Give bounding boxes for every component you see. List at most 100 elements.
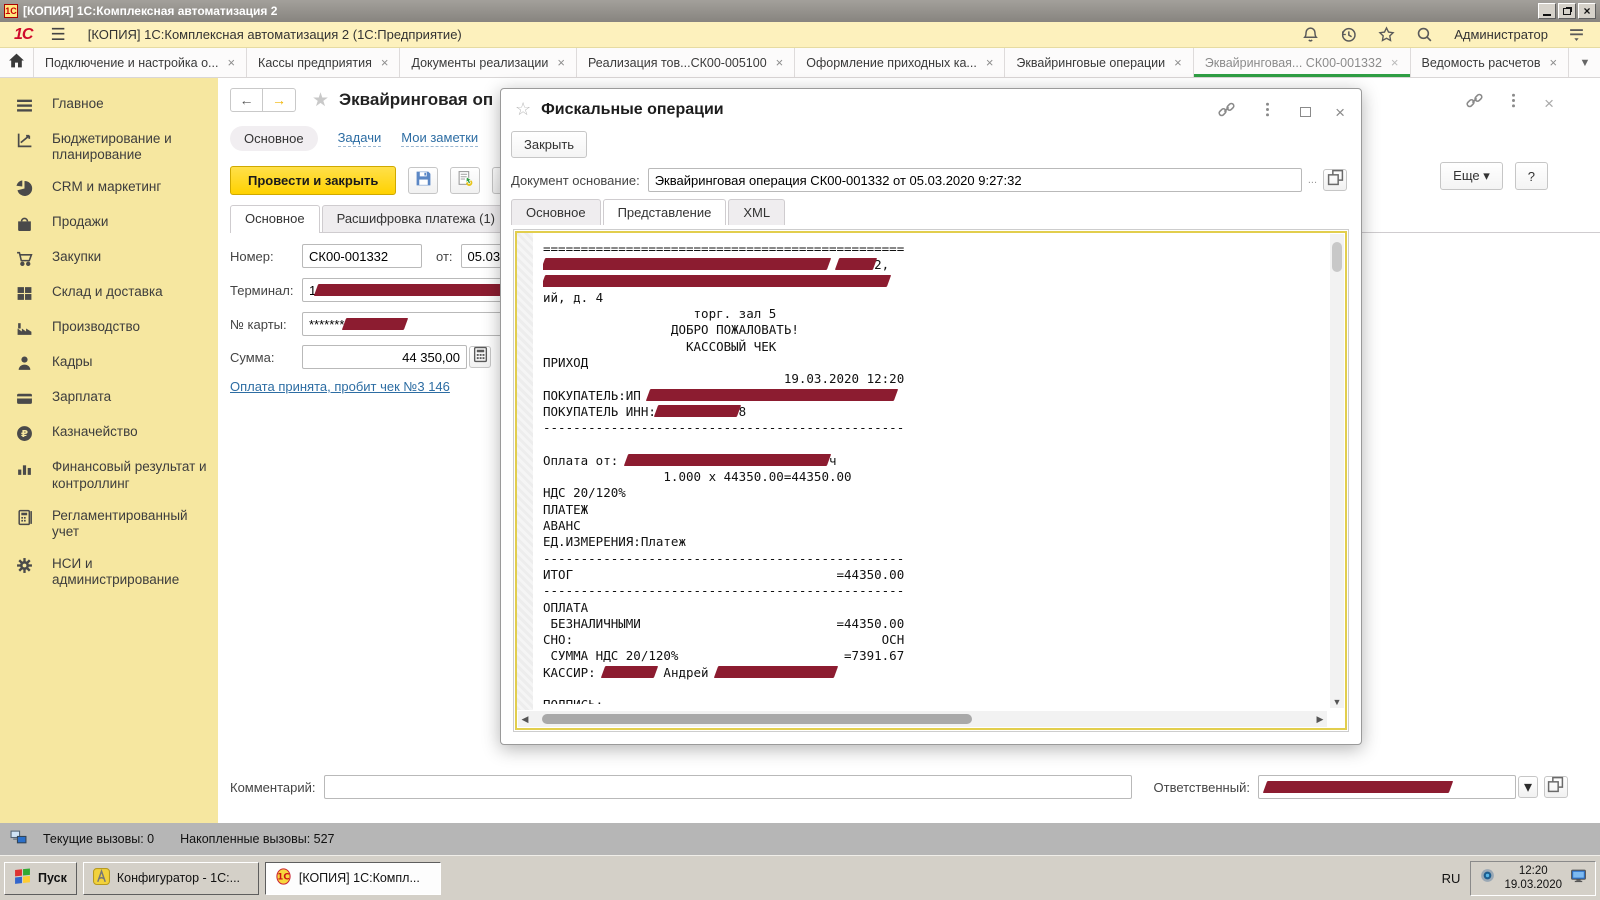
redaction-bar xyxy=(714,666,839,678)
sidebar-item[interactable]: Бюджетирование и планирование xyxy=(0,123,218,171)
start-button[interactable]: Пуск xyxy=(4,862,77,895)
modal-close-button[interactable]: Закрыть xyxy=(511,131,587,158)
doc-navtab-notes[interactable]: Мои заметки xyxy=(401,130,478,147)
sidebar-item[interactable]: Закупки xyxy=(0,241,218,276)
scroll-down-icon[interactable]: ▼ xyxy=(1330,697,1344,707)
base-doc-more-button[interactable]: ... xyxy=(1308,174,1317,186)
sum-field[interactable]: 44 350,00 xyxy=(302,345,467,369)
modal-tab-presentation[interactable]: Представление xyxy=(603,199,727,225)
display-tray-icon[interactable] xyxy=(1570,867,1587,889)
sidebar-item[interactable]: Склад и доставка xyxy=(0,276,218,311)
tab-close-icon[interactable]: × xyxy=(986,55,994,70)
post-and-close-button[interactable]: Провести и закрыть xyxy=(230,166,396,195)
sidebar-item-label: Производство xyxy=(52,319,140,335)
current-user[interactable]: Администратор xyxy=(1454,27,1548,42)
sidebar-item-label: Бюджетирование и планирование xyxy=(52,131,210,163)
form-tab-main[interactable]: Основное xyxy=(230,205,320,232)
payment-status-link[interactable]: Оплата принята, пробит чек №3 146 xyxy=(230,379,450,394)
app-tab[interactable]: Документы реализации× xyxy=(400,48,576,77)
sidebar-item[interactable]: Кадры xyxy=(0,346,218,381)
responsible-field[interactable] xyxy=(1258,775,1516,799)
history-icon[interactable] xyxy=(1340,26,1358,44)
scroll-left-icon[interactable]: ◀ xyxy=(518,714,532,725)
more-button[interactable]: Еще ▾ xyxy=(1440,162,1503,190)
sidebar-item[interactable]: Производство xyxy=(0,311,218,346)
search-icon[interactable] xyxy=(1416,26,1434,44)
sidebar-item[interactable]: НСИ и администрирование xyxy=(0,548,218,596)
close-modal-icon[interactable]: × xyxy=(1335,104,1345,121)
open-icon xyxy=(1327,169,1344,191)
base-doc-open-button[interactable] xyxy=(1323,169,1347,191)
service-menu-icon[interactable] xyxy=(1568,26,1586,44)
tab-close-icon[interactable]: × xyxy=(1174,55,1182,70)
app-tab[interactable]: Эквайринговая... СК00-001332× xyxy=(1194,48,1411,77)
app-tab[interactable]: Эквайринговые операции× xyxy=(1005,48,1193,77)
modal-tab-xml[interactable]: XML xyxy=(728,199,785,225)
back-button[interactable]: ← xyxy=(230,88,263,112)
favorite-star-icon[interactable]: ★ xyxy=(312,89,329,112)
app-tab[interactable]: Ведомость расчетов× xyxy=(1411,48,1570,77)
form-tab-payment-details[interactable]: Расшифровка платежа (1) xyxy=(322,205,510,232)
receipt-line: ОПЛАТА xyxy=(543,600,1323,616)
doc-navtab-tasks[interactable]: Задачи xyxy=(338,130,382,147)
app-tab[interactable]: Оформление приходных ка...× xyxy=(795,48,1005,77)
save-button[interactable] xyxy=(408,167,438,194)
task-enterprise[interactable]: 1С [КОПИЯ] 1С:Компл... xyxy=(265,862,441,895)
language-indicator[interactable]: RU xyxy=(1442,871,1461,886)
tab-close-icon[interactable]: × xyxy=(381,55,389,70)
app-tab[interactable]: Подключение и настройка о...× xyxy=(34,48,247,77)
maximize-icon[interactable] xyxy=(1300,107,1311,117)
close-document-icon[interactable]: × xyxy=(1544,95,1554,112)
tab-close-icon[interactable]: × xyxy=(776,55,784,70)
scrollbar-thumb[interactable] xyxy=(542,714,972,724)
calculator-button[interactable] xyxy=(469,346,491,368)
task-configurator[interactable]: Конфигуратор - 1С:... xyxy=(83,862,259,895)
favorite-star-icon[interactable]: ☆ xyxy=(515,99,531,120)
more-menu-icon[interactable] xyxy=(1505,92,1522,114)
comment-field[interactable] xyxy=(324,775,1132,799)
sidebar-item[interactable]: Финансовый результат и контроллинг xyxy=(0,451,218,499)
tab-overflow-icon[interactable]: ▼ xyxy=(1570,48,1600,77)
get-link-icon[interactable] xyxy=(1218,101,1235,123)
post-button[interactable] xyxy=(450,167,480,194)
doc-navtab-main[interactable]: Основное xyxy=(230,126,318,151)
tray-app-icon[interactable] xyxy=(1479,867,1496,889)
home-tab[interactable] xyxy=(0,48,34,77)
tab-close-icon[interactable]: × xyxy=(1550,55,1558,70)
sidebar-item[interactable]: Главное xyxy=(0,88,218,123)
notifications-icon[interactable] xyxy=(1302,26,1320,44)
status-bar: Текущие вызовы: 0 Накопленные вызовы: 52… xyxy=(0,823,1600,855)
responsible-dropdown-button[interactable]: ▾ xyxy=(1518,776,1538,798)
receipt-text[interactable]: ========================================… xyxy=(543,241,1323,704)
get-link-icon[interactable] xyxy=(1466,92,1483,114)
app-tab[interactable]: Реализация тов...СК00-005100× xyxy=(577,48,795,77)
main-menu-icon[interactable]: ☰ xyxy=(50,25,65,45)
tab-close-icon[interactable]: × xyxy=(557,55,565,70)
modal-tab-main[interactable]: Основное xyxy=(511,199,601,225)
tab-close-icon[interactable]: × xyxy=(1391,55,1399,70)
forward-button[interactable]: → xyxy=(263,88,296,112)
minimize-button[interactable] xyxy=(1538,3,1556,19)
horizontal-scrollbar[interactable]: ◀ ▶ xyxy=(518,711,1327,727)
sidebar-item[interactable]: Зарплата xyxy=(0,381,218,416)
clock[interactable]: 12:2019.03.2020 xyxy=(1504,864,1562,893)
close-button[interactable]: × xyxy=(1578,3,1596,19)
sidebar-item[interactable]: CRM и маркетинг xyxy=(0,171,218,206)
sidebar-item[interactable]: Продажи xyxy=(0,206,218,241)
card-field[interactable]: ******* xyxy=(302,312,502,336)
favorites-icon[interactable] xyxy=(1378,26,1396,44)
base-doc-field[interactable]: Эквайринговая операция СК00-001332 от 05… xyxy=(648,168,1302,192)
scrollbar-thumb[interactable] xyxy=(1332,242,1342,272)
number-field[interactable]: СК00-001332 xyxy=(302,244,422,268)
more-menu-icon[interactable] xyxy=(1259,101,1276,123)
app-tab[interactable]: Кассы предприятия× xyxy=(247,48,400,77)
tab-close-icon[interactable]: × xyxy=(227,55,235,70)
help-button[interactable]: ? xyxy=(1515,162,1548,190)
calculator-icon xyxy=(472,346,489,368)
restore-button[interactable] xyxy=(1558,3,1576,19)
vertical-scrollbar[interactable]: ▼ xyxy=(1330,234,1344,708)
sidebar-item[interactable]: ₽Казначейство xyxy=(0,416,218,451)
scroll-right-icon[interactable]: ▶ xyxy=(1313,714,1327,725)
sidebar-item[interactable]: Регламентированный учет xyxy=(0,500,218,548)
responsible-open-button[interactable] xyxy=(1544,776,1568,798)
